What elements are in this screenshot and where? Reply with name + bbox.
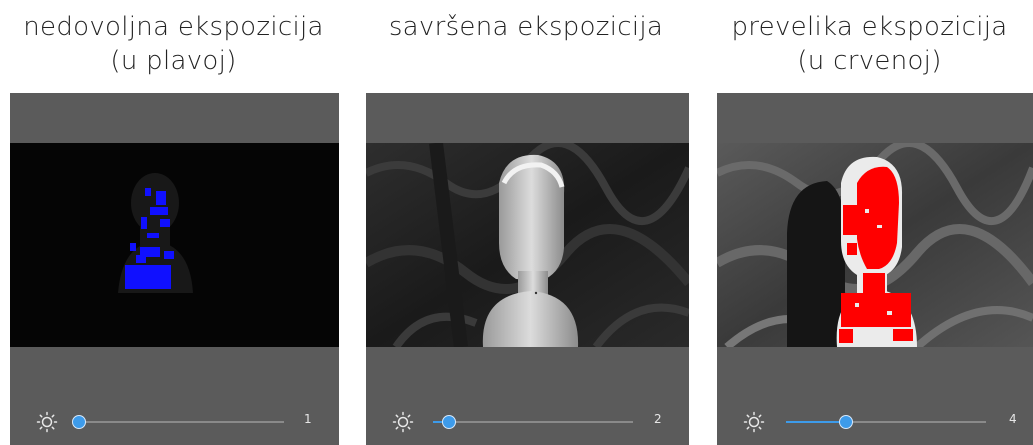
exposure-value: 4	[1009, 412, 1017, 426]
exposure-slider-underexposed[interactable]	[72, 415, 284, 429]
caption-underexposed-subtitle: (u plavoj)	[110, 46, 237, 76]
sun-brightness-icon	[36, 411, 58, 433]
caption-underexposed-title: nedovoljna ekspozicija	[23, 12, 324, 42]
camera-preview-overexposed	[717, 143, 1033, 347]
exposure-slider-handle[interactable]	[72, 415, 86, 429]
exposure-bar-underexposed: 1	[10, 399, 339, 445]
exposure-value: 1	[304, 412, 312, 426]
sun-brightness-icon	[743, 411, 765, 433]
caption-perfect: savršena ekspozicija	[356, 10, 696, 44]
scan-panel-underexposed: 1	[10, 93, 339, 445]
exposure-slider-perfect[interactable]	[433, 415, 633, 429]
exposure-bar-perfect: 2	[366, 399, 689, 445]
caption-overexposed-subtitle: (u crvenoj)	[797, 46, 942, 76]
camera-preview-underexposed	[10, 143, 339, 347]
caption-overexposed-title: prevelika ekspozicija	[731, 12, 1008, 42]
exposure-slider-handle[interactable]	[839, 415, 853, 429]
scan-panel-overexposed: 4	[717, 93, 1033, 445]
bust-preview-overexposed	[717, 143, 1033, 347]
exposure-value: 2	[654, 412, 662, 426]
caption-perfect-title: savršena ekspozicija	[388, 12, 664, 42]
exposure-slider-fill	[786, 421, 846, 423]
exposure-slider-overexposed[interactable]	[786, 415, 986, 429]
camera-preview-perfect	[366, 143, 689, 347]
exposure-slider-handle[interactable]	[442, 415, 456, 429]
caption-underexposed: nedovoljna ekspozicija (u plavoj)	[0, 10, 347, 78]
bust-preview-underexposed	[118, 173, 193, 293]
scan-panel-perfect: 2	[366, 93, 689, 445]
caption-overexposed: prevelika ekspozicija (u crvenoj)	[706, 10, 1033, 78]
exposure-bar-overexposed: 4	[717, 399, 1033, 445]
sun-brightness-icon	[392, 411, 414, 433]
bust-preview-perfect	[366, 143, 689, 347]
